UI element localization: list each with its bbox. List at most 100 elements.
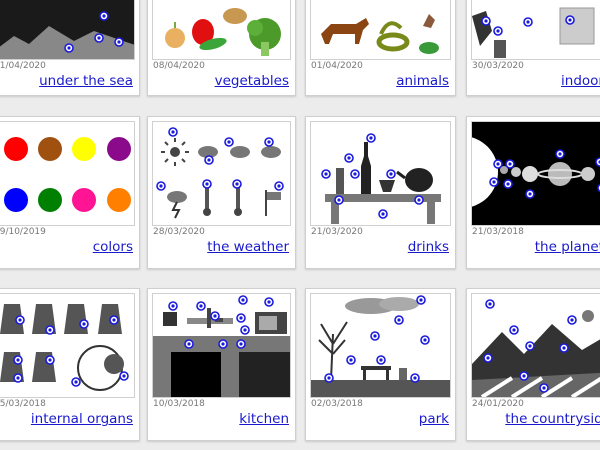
drinks-illustration	[321, 133, 441, 224]
hotspot-marker-icon	[373, 334, 377, 338]
hotspot-marker-icon	[496, 29, 500, 33]
card-title-link[interactable]: animals	[396, 73, 449, 89]
hotspot-marker-icon	[512, 328, 516, 332]
hotspot-marker-icon	[159, 184, 163, 188]
topic-thumbnail[interactable]	[152, 121, 291, 226]
card-date: 08/04/2020	[153, 61, 205, 71]
hotspot-marker-icon	[484, 19, 488, 23]
hotspot-marker-icon	[492, 180, 496, 184]
hotspot-marker-icon	[496, 162, 500, 166]
hotspot-marker-icon	[239, 316, 243, 320]
hotspot-marker-icon	[347, 156, 351, 160]
hotspot-marker-icon	[353, 172, 357, 176]
topic-thumbnail[interactable]	[310, 121, 451, 226]
card-title-link[interactable]: colors	[93, 239, 133, 255]
topic-card-the-weather[interactable]: 28/03/2020 the weather	[147, 116, 296, 269]
card-title-link[interactable]: the planets	[535, 239, 600, 255]
card-title-link[interactable]: vegetables	[215, 73, 289, 89]
vegetables-illustration	[165, 8, 281, 56]
hotspot-marker-icon	[48, 358, 52, 362]
card-title-link[interactable]: indoors	[561, 73, 600, 89]
topic-card-vegetables[interactable]: 08/04/2020 vegetables	[147, 0, 296, 96]
hotspot-marker-icon	[267, 300, 271, 304]
hotspot-marker-icon	[117, 40, 121, 44]
hotspot-marker-icon	[369, 136, 373, 140]
planets-illustration	[472, 122, 600, 225]
hotspot-marker-icon	[239, 342, 243, 346]
topic-thumbnail[interactable]	[310, 293, 451, 398]
topic-card-internal-organs[interactable]: 15/03/2018 internal organs	[0, 288, 140, 441]
topic-card-the-countryside[interactable]: 24/01/2020 the countryside	[466, 288, 600, 441]
hotspot-marker-icon	[74, 380, 78, 384]
hotspot-marker-icon	[18, 318, 22, 322]
topic-card-the-planets[interactable]: 21/03/2018 the planets	[466, 116, 600, 269]
hotspot-marker-icon	[16, 376, 20, 380]
hotspot-marker-icon	[16, 358, 20, 362]
card-title-link[interactable]: internal organs	[31, 411, 133, 427]
topic-thumbnail[interactable]	[471, 0, 600, 60]
weather-illustration	[156, 127, 284, 219]
hotspot-marker-icon	[558, 152, 562, 156]
card-date: 15/03/2018	[0, 399, 46, 409]
card-date: 01/04/2020	[311, 61, 363, 71]
card-title-link[interactable]: park	[419, 411, 449, 427]
under-the-sea-illustration	[0, 0, 134, 59]
topic-thumbnail[interactable]	[471, 121, 600, 226]
card-title-link[interactable]: the weather	[207, 239, 289, 255]
hotspot-marker-icon	[221, 342, 225, 346]
card-date: 24/01/2020	[472, 399, 524, 409]
hotspot-marker-icon	[187, 342, 191, 346]
topic-card-under-the-sea[interactable]: 01/04/2020 under the sea	[0, 0, 140, 96]
card-date: 10/03/2018	[153, 399, 205, 409]
topic-card-animals[interactable]: 01/04/2020 animals	[305, 0, 456, 96]
hotspot-marker-icon	[277, 184, 281, 188]
hotspot-marker-icon	[423, 338, 427, 342]
hotspot-marker-icon	[235, 182, 239, 186]
card-title-link[interactable]: under the sea	[39, 73, 133, 89]
hotspot-marker-icon	[102, 14, 106, 18]
hotspot-marker-icon	[528, 344, 532, 348]
topic-card-kitchen[interactable]: 10/03/2018 kitchen	[147, 288, 296, 441]
hotspot-marker-icon	[570, 318, 574, 322]
hotspot-marker-icon	[562, 346, 566, 350]
card-title-link[interactable]: kitchen	[239, 411, 289, 427]
topic-card-drinks[interactable]: 21/03/2020 drinks	[305, 116, 456, 269]
hotspot-marker-icon	[522, 374, 526, 378]
topic-card-indoors[interactable]: 30/03/2020 indoors	[466, 0, 600, 96]
hotspot-marker-icon	[207, 158, 211, 162]
card-title-link[interactable]: drinks	[408, 239, 449, 255]
topic-thumbnail[interactable]	[0, 293, 135, 398]
hotspot-marker-icon	[486, 356, 490, 360]
hotspot-marker-icon	[213, 314, 217, 318]
topic-card-colors[interactable]: 19/10/2019 colors	[0, 116, 140, 269]
card-title-link[interactable]: the countryside	[505, 411, 600, 427]
hotspot-marker-icon	[506, 182, 510, 186]
topic-thumbnail[interactable]	[0, 0, 135, 60]
hotspot-marker-icon	[488, 302, 492, 306]
topic-card-park[interactable]: 02/03/2018 park	[305, 288, 456, 441]
hotspot-marker-icon	[241, 298, 245, 302]
hotspot-marker-icon	[381, 212, 385, 216]
topic-thumbnail[interactable]	[152, 293, 291, 398]
countryside-illustration	[472, 299, 600, 397]
card-date: 19/10/2019	[0, 227, 46, 237]
kitchen-illustration	[153, 295, 290, 397]
hotspot-marker-icon	[508, 162, 512, 166]
card-date: 01/04/2020	[0, 61, 46, 71]
hotspot-marker-icon	[542, 386, 546, 390]
hotspot-marker-icon	[48, 328, 52, 332]
hotspot-marker-icon	[526, 20, 530, 24]
hotspot-marker-icon	[379, 358, 383, 362]
topic-thumbnail[interactable]	[152, 0, 291, 60]
hotspot-marker-icon	[171, 130, 175, 134]
hotspot-marker-icon	[528, 192, 532, 196]
topic-thumbnail[interactable]	[0, 121, 135, 226]
hotspot-marker-icon	[419, 298, 423, 302]
internal-organs-illustration	[0, 304, 129, 391]
topic-thumbnail[interactable]	[471, 293, 600, 398]
card-date: 21/03/2020	[311, 227, 363, 237]
hotspot-marker-icon	[171, 304, 175, 308]
hotspot-marker-icon	[413, 376, 417, 380]
hotspot-marker-icon	[205, 182, 209, 186]
topic-thumbnail[interactable]	[310, 0, 451, 60]
